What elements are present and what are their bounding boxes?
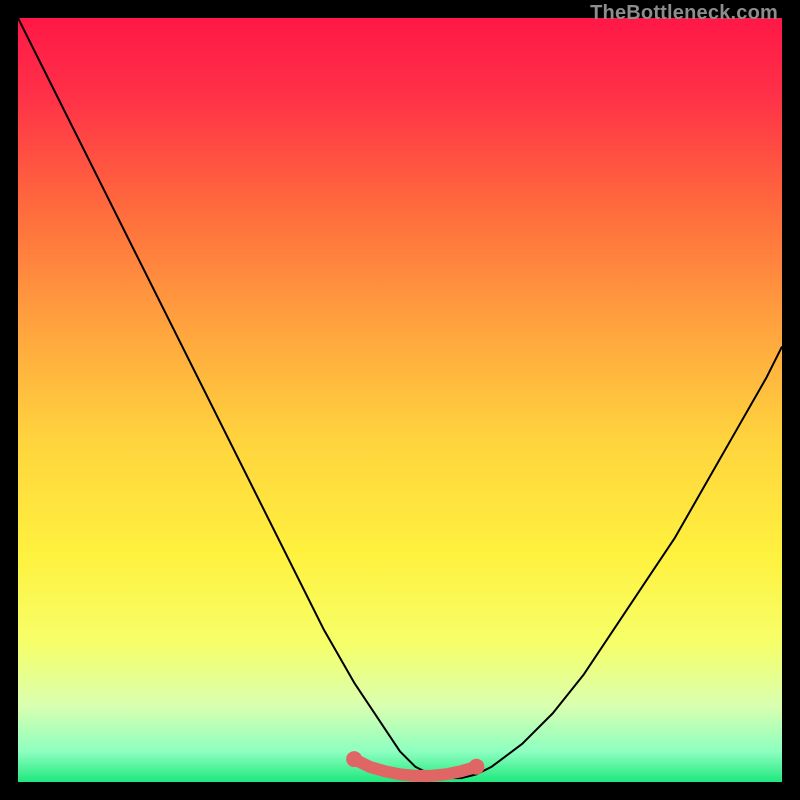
chart-frame: TheBottleneck.com	[0, 0, 800, 800]
gradient-bg	[18, 18, 782, 782]
highlight-endpoint	[468, 759, 484, 775]
highlight-endpoint	[346, 751, 362, 767]
watermark-text: TheBottleneck.com	[590, 2, 778, 25]
chart-svg	[18, 18, 782, 782]
plot-area	[18, 18, 782, 782]
